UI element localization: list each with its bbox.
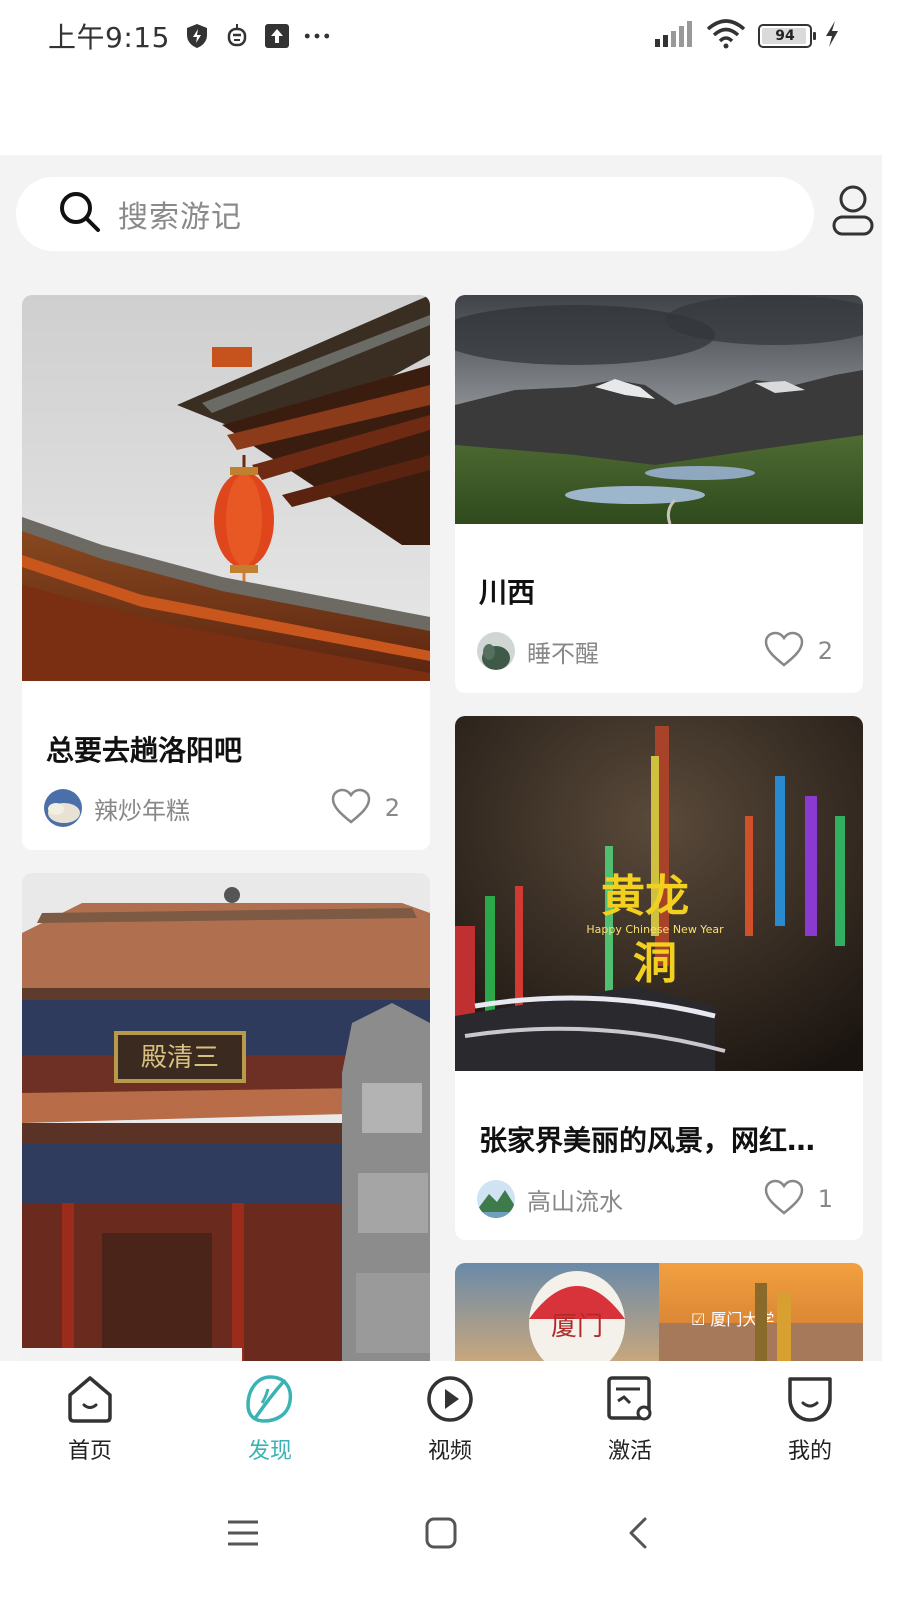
status-bar: 上午9:15 94 bbox=[0, 0, 900, 72]
search-input[interactable]: 搜索游记 bbox=[16, 177, 814, 251]
discover-feed[interactable]: 搜索游记 总要去趟洛阳吧 辣炒年糕 2 川西 睡不醒 2 殿清三 黄龙 Happ… bbox=[0, 155, 882, 1361]
like-button[interactable]: 2 bbox=[764, 631, 833, 671]
bottom-nav: 首页 发现 视频 激活 我的 bbox=[0, 1361, 900, 1473]
signal-icon bbox=[654, 21, 694, 51]
author-name: 睡不醒 bbox=[527, 639, 599, 668]
more-dots-icon bbox=[304, 23, 330, 49]
overlay-subtitle: Happy Chinese New Year bbox=[586, 923, 724, 936]
like-count: 2 bbox=[384, 794, 400, 822]
heart-icon bbox=[764, 1179, 804, 1219]
nav-label: 视频 bbox=[427, 1439, 472, 1464]
activate-icon bbox=[604, 1373, 656, 1429]
heart-icon bbox=[331, 788, 371, 828]
play-icon bbox=[424, 1373, 476, 1429]
nav-item-activate[interactable]: 激活 bbox=[540, 1361, 720, 1473]
menu-icon[interactable] bbox=[213, 1503, 273, 1563]
nav-item-video[interactable]: 视频 bbox=[360, 1361, 540, 1473]
like-button[interactable]: 2 bbox=[331, 788, 400, 828]
search-placeholder: 搜索游记 bbox=[118, 200, 242, 235]
avatar bbox=[477, 1180, 515, 1218]
nav-item-home[interactable]: 首页 bbox=[0, 1361, 180, 1473]
avatar bbox=[477, 632, 515, 670]
heart-icon bbox=[764, 631, 804, 671]
scroll-track bbox=[882, 155, 900, 1361]
back-icon[interactable] bbox=[608, 1503, 668, 1563]
like-count: 1 bbox=[817, 1185, 833, 1213]
card-title: 张家界美丽的风景，网红… bbox=[479, 1124, 816, 1157]
card-image bbox=[22, 295, 430, 681]
nav-label: 发现 bbox=[247, 1439, 292, 1464]
system-nav-bar bbox=[0, 1473, 900, 1600]
travel-card[interactable]: 黄龙 Happy Chinese New Year 洞 张家界美丽的风景，网红…… bbox=[455, 716, 863, 1240]
travel-card[interactable]: 殿清三 bbox=[22, 873, 430, 1361]
card-image: 厦门 ☑ 厦门大学 bbox=[455, 1263, 863, 1361]
battery-level: 94 bbox=[775, 28, 795, 44]
mine-icon bbox=[784, 1373, 836, 1429]
like-button[interactable]: 1 bbox=[764, 1179, 833, 1219]
discover-leaf-icon bbox=[244, 1373, 296, 1429]
robot-icon bbox=[224, 23, 250, 49]
like-count: 2 bbox=[817, 637, 833, 665]
battery-icon: 94 bbox=[758, 24, 816, 48]
nav-item-discover[interactable]: 发现 bbox=[180, 1361, 360, 1473]
upload-icon bbox=[264, 23, 290, 49]
nav-label: 激活 bbox=[607, 1439, 652, 1464]
temple-sign: 殿清三 bbox=[141, 1043, 219, 1073]
author-name: 辣炒年糕 bbox=[94, 796, 190, 825]
card-title: 川西 bbox=[479, 576, 536, 609]
travel-card[interactable]: 厦门 ☑ 厦门大学 bbox=[455, 1263, 863, 1361]
home-square-icon[interactable] bbox=[411, 1503, 471, 1563]
travel-card[interactable]: 川西 睡不醒 2 bbox=[455, 295, 863, 693]
travel-card[interactable]: 总要去趟洛阳吧 辣炒年糕 2 bbox=[22, 295, 430, 850]
overlay-title-top: 黄龙 bbox=[601, 871, 689, 922]
user-icon bbox=[831, 185, 875, 241]
search-icon bbox=[58, 190, 102, 238]
profile-button[interactable] bbox=[826, 183, 880, 243]
avatar bbox=[44, 789, 82, 827]
balloon-label: 厦门 bbox=[551, 1312, 603, 1342]
author-name: 高山流水 bbox=[527, 1187, 623, 1216]
nav-item-mine[interactable]: 我的 bbox=[720, 1361, 900, 1473]
charging-icon bbox=[824, 21, 840, 51]
card-image: 黄龙 Happy Chinese New Year 洞 bbox=[455, 716, 863, 1071]
nav-label: 首页 bbox=[67, 1439, 112, 1464]
home-icon bbox=[64, 1373, 116, 1429]
overlay-title-bottom: 洞 bbox=[633, 938, 677, 989]
shield-icon bbox=[184, 23, 210, 49]
wifi-icon bbox=[706, 19, 746, 53]
card-image: 殿清三 bbox=[22, 873, 430, 1361]
status-time: 上午9:15 bbox=[48, 21, 170, 54]
card-title: 总要去趟洛阳吧 bbox=[46, 734, 243, 767]
nav-label: 我的 bbox=[787, 1439, 832, 1464]
card-image bbox=[455, 295, 863, 524]
